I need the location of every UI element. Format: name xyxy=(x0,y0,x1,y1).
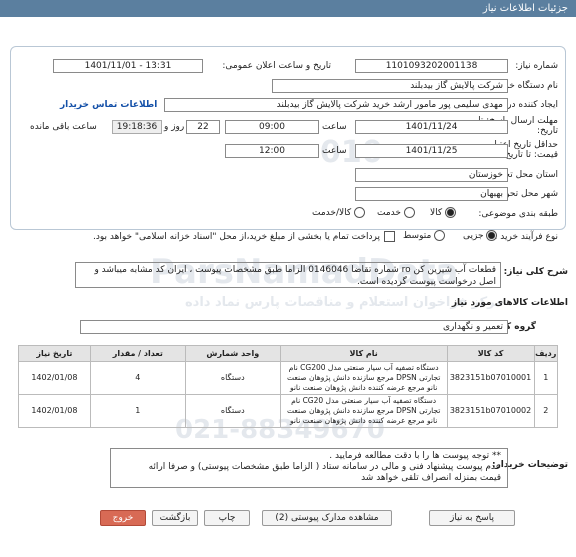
radio-icon[interactable] xyxy=(434,230,446,241)
deadline-days-field: 22 xyxy=(186,120,220,134)
col-header-unit: واحد شمارش xyxy=(184,345,281,362)
deadline-days-label: روز و xyxy=(164,122,185,132)
process-label: نوع فرآیند خرید : xyxy=(494,232,558,242)
radio-icon[interactable] xyxy=(486,230,498,241)
table-header-row: ردیف کد کالا نام کالا واحد شمارش تعداد /… xyxy=(18,345,559,362)
general-desc-field: قطعات آب شیرین کن ro شماره تقاضا 0146046… xyxy=(75,262,501,288)
validity-time-field: 12:00 xyxy=(225,144,319,158)
cell-unit: دستگاه xyxy=(184,361,281,395)
creator-field: مهدی سلیمی پور مامور ارشد خرید شرکت پالا… xyxy=(164,98,508,112)
category-label: طبقه بندی موضوعی: xyxy=(478,209,558,219)
details-frame xyxy=(10,46,566,230)
treasury-note: پرداخت تمام یا بخشی از مبلغ خرید،از محل … xyxy=(92,232,380,242)
print-button[interactable]: چاپ xyxy=(204,510,250,526)
validity-date-field: 1401/11/25 xyxy=(355,144,508,158)
radio-icon[interactable] xyxy=(354,207,366,218)
cell-qty: 1 xyxy=(89,394,186,428)
reply-button[interactable]: پاسخ به نیاز xyxy=(429,510,515,526)
exit-button[interactable]: خروج xyxy=(100,510,146,526)
table-row: 2 3823151b07010002 دستگاه تصفیه آب سیار … xyxy=(18,394,559,428)
remaining-time-label: ساعت باقی مانده xyxy=(30,122,97,132)
general-desc-label: شرح کلی نیاز: xyxy=(503,267,568,277)
col-header-index: ردیف xyxy=(533,345,559,362)
province-field: خوزستان xyxy=(355,168,508,182)
process-option-partial[interactable]: جزیی xyxy=(463,230,498,241)
cell-unit: دستگاه xyxy=(184,394,281,428)
cell-code: 3823151b07010002 xyxy=(446,394,535,428)
cell-date: 1402/01/08 xyxy=(18,361,91,395)
col-header-qty: تعداد / مقدار xyxy=(89,345,186,362)
need-number-label: شماره نیاز: xyxy=(515,61,558,71)
radio-icon[interactable] xyxy=(445,207,457,218)
cell-index: 1 xyxy=(533,361,559,395)
col-header-date: تاریخ نیاز xyxy=(18,345,91,362)
deadline-date-field: 1401/11/24 xyxy=(355,120,508,134)
cell-name: دستگاه تصفیه آب سیار صنعتی مدل CG200 نام… xyxy=(279,361,448,395)
announce-field: 1401/11/01 - 13:31 xyxy=(53,59,203,73)
page-title: جزئیات اطلاعات نیاز xyxy=(0,0,576,17)
buyer-org-field: شرکت پالایش گاز بیدبلند xyxy=(272,79,508,93)
table-row: 1 3823151b07010001 دستگاه تصفیه آب سیار … xyxy=(18,361,559,395)
radio-icon[interactable] xyxy=(403,207,415,218)
buyer-notes-line: عدم پیوست پیشنهاد فنی و مالی در سامانه س… xyxy=(148,462,501,472)
category-option-goods[interactable]: کالا xyxy=(430,207,457,218)
deadline-time-field: 09:00 xyxy=(225,120,319,134)
cell-index: 2 xyxy=(533,394,559,428)
process-option-medium[interactable]: متوسط xyxy=(403,230,446,241)
buyer-notes-line: ** توجه پیوست ها را با دقت مطالعه فرمایی… xyxy=(329,451,501,461)
deadline-time-label: ساعت xyxy=(322,122,347,132)
treasury-checkbox[interactable] xyxy=(384,231,395,242)
announce-label: تاریخ و ساعت اعلان عمومی: xyxy=(222,61,331,71)
goods-table: ردیف کد کالا نام کالا واحد شمارش تعداد /… xyxy=(18,345,559,428)
goods-group-field: تعمیر و نگهداری xyxy=(80,320,508,334)
cell-date: 1402/01/08 xyxy=(18,394,91,428)
view-attachments-button[interactable]: مشاهده مدارک پیوستی (2) xyxy=(262,510,392,526)
back-button[interactable]: بازگشت xyxy=(152,510,198,526)
city-field: بهبهان xyxy=(355,187,508,201)
validity-time-label: ساعت xyxy=(322,146,347,156)
cell-code: 3823151b07010001 xyxy=(446,361,535,395)
category-option-goods-service[interactable]: کالا/خدمت xyxy=(312,207,366,218)
cell-name: دستگاه تصفیه آب سیار صنعتی مدل CG20 نام … xyxy=(279,394,448,428)
category-option-service[interactable]: خدمت xyxy=(377,207,415,218)
col-header-code: کد کالا xyxy=(446,345,535,362)
cell-qty: 4 xyxy=(89,361,186,395)
col-header-name: نام کالا xyxy=(279,345,448,362)
goods-info-title: اطلاعات کالاهای مورد نیاز xyxy=(451,298,568,308)
remaining-time-field: 19:18:36 xyxy=(112,120,162,134)
buyer-contact-link[interactable]: اطلاعات تماس خریدار xyxy=(60,100,157,110)
buyer-notes-line: قیمت بمنزله انصراف تلقی خواهد شد xyxy=(361,473,501,483)
buyer-notes-field: ** توجه پیوست ها را با دقت مطالعه فرمایی… xyxy=(110,448,508,488)
need-number-field: 1101093202001138 xyxy=(355,59,508,73)
